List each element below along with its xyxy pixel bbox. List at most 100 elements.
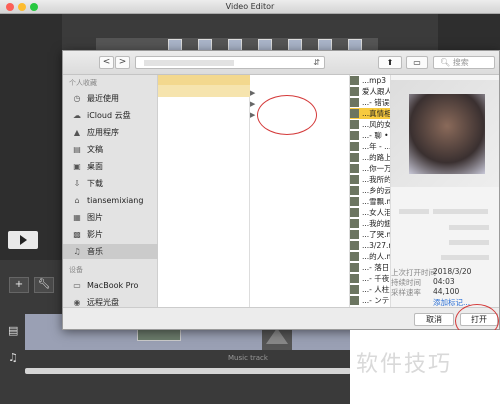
back-button[interactable]: <	[99, 56, 114, 69]
sidebar-item-home[interactable]: ⌂ tiansemixiang	[63, 193, 158, 208]
file-name: ...mp3	[362, 76, 386, 85]
blurred-title	[433, 209, 488, 214]
clock-icon: ◷	[73, 94, 81, 103]
file-row[interactable]: ...- 错误的爱.mp3	[350, 97, 423, 108]
sidebar-item-icloud[interactable]: ☁ iCloud 云盘	[63, 108, 158, 123]
music-file-icon	[350, 285, 359, 294]
dialog-button-bar: 取消 打开	[63, 307, 499, 329]
file-row[interactable]: ...- 人柱力.mp3	[350, 284, 416, 295]
music-track-label: Music track	[228, 354, 268, 362]
file-row[interactable]: ...- 千夜.mp3	[350, 273, 408, 284]
path-text	[144, 60, 234, 66]
tag-button[interactable]: ▭	[406, 56, 428, 69]
search-placeholder: 搜索	[452, 58, 469, 67]
file-row[interactable]: ...女人泪.mp3	[350, 207, 411, 218]
apps-icon: ▲	[73, 128, 81, 137]
file-row[interactable]: ...3/27.mp3	[350, 240, 405, 251]
cancel-button[interactable]: 取消	[414, 313, 454, 326]
document-icon: ▤	[73, 145, 81, 154]
sidebar-item-macbook[interactable]: ▭ MacBook Pro	[63, 278, 158, 293]
album-cover-image	[391, 80, 499, 187]
disc-icon: ◉	[73, 298, 81, 307]
music-file-icon	[350, 252, 359, 261]
folder-row[interactable]	[158, 85, 250, 97]
dialog-toolbar: < > ⇵ ⬆︎ ▭ 🔍︎ 搜索	[63, 51, 499, 75]
file-row[interactable]: ...年 - ...女儿.mp3	[350, 141, 426, 152]
preview-pane: 上次打开时间 2018/3/20 持续时间 04:03 采样速率 44,100 添加标…	[390, 75, 499, 315]
sidebar-item-label: 应用程序	[87, 128, 119, 137]
folder-column[interactable]	[158, 75, 250, 315]
home-icon: ⌂	[74, 196, 80, 205]
path-popup[interactable]: ⇵	[135, 56, 325, 69]
music-file-icon	[350, 120, 359, 129]
music-file-icon	[350, 153, 359, 162]
sidebar-item-documents[interactable]: ▤ 文稿	[63, 142, 158, 157]
desktop-icon: ▣	[73, 162, 81, 171]
music-file-icon	[350, 98, 359, 107]
wrench-icon: 🔧︎	[37, 279, 51, 290]
download-icon: ⇩	[73, 179, 81, 188]
file-row[interactable]: ...乡的云.mp3	[350, 185, 411, 196]
music-file-icon	[350, 87, 359, 96]
sidebar-item-label: 图片	[87, 213, 103, 222]
file-list: ...mp3 爱人跟人走.mp3 ...- 错误的爱.mp3 ...真情相逢.m…	[350, 75, 433, 315]
file-row[interactable]: 爱人跟人走.mp3	[350, 86, 419, 97]
sidebar-item-label: 最近使用	[87, 94, 119, 103]
search-icon: 🔍︎	[440, 58, 451, 67]
movies-icon: ▩	[73, 230, 81, 239]
sidebar-item-label: 下载	[87, 179, 103, 188]
sidebar-item-label: tiansemixiang	[87, 196, 144, 205]
favorites-header: 个人收藏	[69, 79, 97, 87]
file-row[interactable]: ...的人.mp3	[350, 251, 403, 262]
sidebar-item-music[interactable]: ♫ 音乐	[63, 244, 158, 259]
folder-row-selected[interactable]	[158, 75, 250, 85]
music-file-icon	[350, 274, 359, 283]
sidebar-item-downloads[interactable]: ⇩ 下载	[63, 176, 158, 191]
window-title-bar: Video Editor	[0, 0, 500, 14]
share-button[interactable]: ⬆︎	[378, 56, 402, 69]
chevron-updown-icon: ⇵	[313, 58, 320, 67]
file-row[interactable]: ...- ンテーマ.mp3	[350, 295, 423, 306]
music-file-icon	[350, 175, 359, 184]
file-row[interactable]: ...- 落日.mp3	[350, 262, 408, 273]
watermark-text: 软件技巧	[356, 352, 453, 377]
file-row[interactable]: ...我的翅膀.mp3	[350, 218, 418, 229]
file-row-selected[interactable]: ...真情相逢.mp3	[350, 108, 418, 119]
share-icon: ⬆︎	[386, 58, 394, 67]
music-file-icon	[350, 76, 359, 85]
search-input[interactable]: 🔍︎ 搜索	[433, 56, 495, 69]
music-track-icon: ♫	[8, 351, 18, 364]
blurred-info	[441, 255, 489, 260]
forward-button[interactable]: >	[115, 56, 130, 69]
file-row[interactable]: ...mp3	[350, 75, 390, 86]
sidebar-item-movies[interactable]: ▩ 影片	[63, 227, 158, 242]
sidebar-item-label: 远程光盘	[87, 298, 119, 307]
file-row[interactable]: ...- 聊 • 漫寻.mp3	[350, 130, 425, 141]
sidebar-item-desktop[interactable]: ▣ 桌面	[63, 159, 158, 174]
file-row[interactable]: ...了哭.mp3	[350, 229, 403, 240]
sidebar-item-applications[interactable]: ▲ 应用程序	[63, 125, 158, 140]
disclosure-arrow-icon: ▶	[250, 89, 256, 97]
wrench-tool-button[interactable]: 🔧︎	[34, 277, 54, 293]
file-row[interactable]: ...雪飘.mp3	[350, 196, 403, 207]
meta-value: 04:03	[433, 277, 455, 286]
annotation-circle	[257, 95, 317, 135]
music-file-icon	[350, 186, 359, 195]
music-track[interactable]	[25, 368, 351, 374]
file-row[interactable]: ...风的女儿.mp3	[350, 119, 418, 130]
tag-icon: ▭	[413, 58, 421, 67]
file-row[interactable]: ...我所的温柔.mp3	[350, 174, 426, 185]
cover-photo	[409, 94, 485, 174]
sidebar-item-label: 影片	[87, 230, 103, 239]
file-row[interactable]: ...的路上千万里.mp3	[350, 152, 433, 163]
meta-value: 44,100	[433, 287, 460, 296]
sidebar-item-recents[interactable]: ◷ 最近使用	[63, 91, 158, 106]
music-file-icon	[350, 241, 359, 250]
sidebar-item-label: 音乐	[87, 247, 103, 256]
play-button[interactable]	[8, 231, 38, 249]
music-file-icon	[350, 197, 359, 206]
file-row[interactable]: ...你一万年.mp3	[350, 163, 418, 174]
add-media-button[interactable]: +	[9, 277, 29, 293]
sidebar-item-pictures[interactable]: ▦ 图片	[63, 210, 158, 225]
cloud-icon: ☁	[73, 111, 81, 120]
